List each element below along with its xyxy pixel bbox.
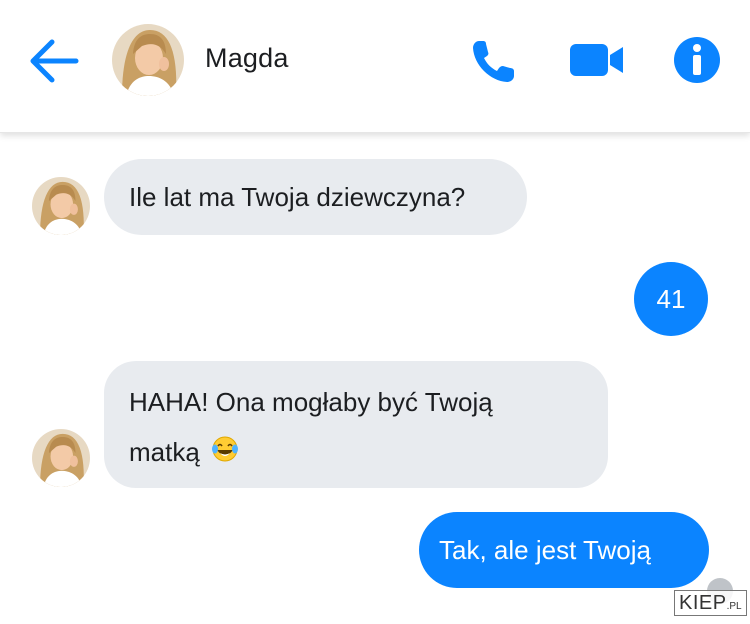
message-text-line: matką bbox=[129, 437, 200, 467]
phone-icon[interactable] bbox=[470, 37, 518, 85]
message-text-line-wrap: matką bbox=[129, 427, 608, 479]
chat-header: Magda bbox=[0, 0, 750, 133]
message-text: 41 bbox=[656, 284, 686, 314]
back-arrow-icon[interactable] bbox=[28, 38, 80, 84]
watermark-suffix: .PL bbox=[726, 601, 742, 612]
contact-name[interactable]: Magda bbox=[205, 43, 289, 74]
video-camera-icon[interactable] bbox=[568, 42, 626, 78]
watermark-text: KIEP bbox=[679, 592, 727, 614]
sender-avatar[interactable] bbox=[32, 429, 90, 487]
outgoing-message[interactable]: 41 bbox=[634, 262, 708, 336]
face-with-tears-of-joy-icon bbox=[211, 429, 239, 479]
message-text: Ile lat ma Twoja dziewczyna? bbox=[129, 182, 466, 212]
incoming-message[interactable]: Ile lat ma Twoja dziewczyna? bbox=[104, 159, 527, 235]
sender-avatar[interactable] bbox=[32, 177, 90, 235]
message-text: Tak, ale jest Twoją bbox=[439, 535, 651, 565]
message-text-line: HAHA! Ona mogłaby być Twoją bbox=[129, 387, 493, 417]
info-icon[interactable] bbox=[672, 35, 722, 85]
incoming-message[interactable]: HAHA! Ona mogłaby być Twoją matką bbox=[104, 361, 608, 488]
contact-avatar[interactable] bbox=[112, 24, 184, 96]
watermark-logo: KIEP.PL bbox=[674, 590, 747, 616]
outgoing-message[interactable]: Tak, ale jest Twoją bbox=[419, 512, 709, 588]
